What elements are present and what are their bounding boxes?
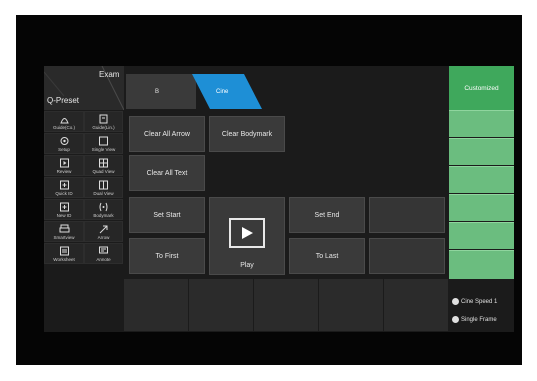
- sidebar-item-label: Worksheet: [53, 256, 75, 262]
- sidebar-item-smartview[interactable]: Smartview: [44, 221, 84, 242]
- tab-b-bg[interactable]: [126, 74, 196, 109]
- arrow-icon: [99, 225, 108, 233]
- sidebar-item-label: Annote: [96, 256, 111, 262]
- bottom-cell-1[interactable]: [124, 279, 189, 331]
- play-area[interactable]: Play: [209, 197, 285, 275]
- quad-view-icon: [99, 158, 108, 167]
- sidebar-item-label: Quad View: [92, 168, 115, 174]
- customized-label: Customized: [464, 84, 499, 92]
- disabled-button-bottom: [369, 238, 445, 274]
- cine-speed-status[interactable]: Cine Speed 1: [452, 298, 497, 305]
- sidebar-item-arrow[interactable]: Arrow: [84, 221, 123, 242]
- sidebar-item-label: Arrow: [97, 234, 110, 240]
- sidebar-item-label: Guide(Lin.): [92, 124, 115, 130]
- sidebar-item-quad-view[interactable]: Quad View: [84, 155, 123, 176]
- bottom-cell-2[interactable]: [189, 279, 254, 331]
- set-end-button[interactable]: Set End: [289, 197, 365, 233]
- sidebar-item-single-view[interactable]: Single View: [84, 133, 123, 154]
- tab-cine[interactable]: Cine: [216, 89, 228, 95]
- to-first-button[interactable]: To First: [129, 238, 205, 274]
- single-frame-status[interactable]: Single Frame: [452, 316, 497, 323]
- sidebar-item-label: Dual View: [93, 190, 114, 196]
- clear-all-text-button[interactable]: Clear All Text: [129, 155, 205, 191]
- info-icon: [452, 298, 459, 305]
- bodymark-icon: [99, 202, 108, 211]
- sidebar-item-dual-view[interactable]: Dual View: [84, 177, 123, 198]
- clear-bodymark-button[interactable]: Clear Bodymark: [209, 116, 285, 152]
- custom-slot-6[interactable]: [449, 250, 514, 279]
- play-icon[interactable]: [229, 217, 265, 248]
- review-icon: [59, 158, 69, 167]
- gear-icon: [60, 136, 68, 145]
- sidebar-item-label: Single View: [91, 146, 116, 152]
- sidebar-item-annote[interactable]: Annote: [84, 243, 123, 264]
- linear-probe-icon: [99, 114, 108, 123]
- bottom-cell-3[interactable]: [254, 279, 319, 331]
- worksheet-icon: [59, 246, 69, 255]
- play-label: Play: [240, 261, 254, 269]
- sidebar-item-guide-co[interactable]: Guide(Co.): [44, 111, 84, 132]
- sidebar-item-label: Guide(Co.): [52, 124, 75, 130]
- sidebar-item-label: New ID: [56, 212, 72, 218]
- sidebar-item-quick-id[interactable]: Quick ID: [44, 177, 84, 198]
- custom-slot-4[interactable]: [449, 194, 514, 221]
- dual-view-icon: [99, 180, 108, 189]
- sidebar-item-review[interactable]: Review: [44, 155, 84, 176]
- custom-slot-3[interactable]: [449, 166, 514, 193]
- new-id-icon: [59, 202, 69, 211]
- sidebar-item-guide-lin[interactable]: Guide(Lin.): [84, 111, 123, 132]
- sidebar-item-new-id[interactable]: New ID: [44, 199, 84, 220]
- quick-id-icon: [59, 180, 69, 189]
- disabled-button-top: [369, 197, 445, 233]
- sidebar-item-bodymark[interactable]: Bodymark: [84, 199, 123, 220]
- annotate-icon: [99, 246, 108, 253]
- sidebar-item-label: Smartview: [53, 234, 75, 240]
- custom-slot-2[interactable]: [449, 138, 514, 165]
- bottom-cell-4[interactable]: [319, 279, 384, 331]
- set-start-button[interactable]: Set Start: [129, 197, 205, 233]
- custom-slot-1[interactable]: [449, 110, 514, 137]
- sidebar-item-label: Bodymark: [93, 212, 114, 218]
- frame-icon: [452, 316, 459, 323]
- clear-all-arrow-button[interactable]: Clear All Arrow: [129, 116, 205, 152]
- custom-slot-5[interactable]: [449, 222, 514, 249]
- customized-header[interactable]: Customized: [449, 66, 514, 110]
- single-frame-label: Single Frame: [461, 316, 497, 323]
- to-last-button[interactable]: To Last: [289, 238, 365, 274]
- sidebar-item-worksheet[interactable]: Worksheet: [44, 243, 84, 264]
- exam-label[interactable]: Exam: [99, 70, 119, 79]
- sidebar-item-label: Review: [56, 168, 72, 174]
- cine-speed-label: Cine Speed 1: [461, 298, 498, 305]
- printer-icon: [59, 224, 69, 232]
- qpreset-header[interactable]: Q-Preset Exam: [44, 66, 124, 110]
- bottom-cell-5[interactable]: [384, 279, 449, 331]
- qpreset-title: Q-Preset: [47, 96, 80, 105]
- sidebar-item-label: Quick ID: [55, 190, 73, 196]
- sidebar-item-label: Setup: [58, 146, 70, 152]
- sidebar-item-setup[interactable]: Setup: [44, 133, 84, 154]
- single-view-icon: [99, 136, 108, 145]
- tab-bar: [126, 74, 262, 109]
- tab-b[interactable]: B: [155, 89, 159, 95]
- convex-probe-icon: [59, 117, 69, 123]
